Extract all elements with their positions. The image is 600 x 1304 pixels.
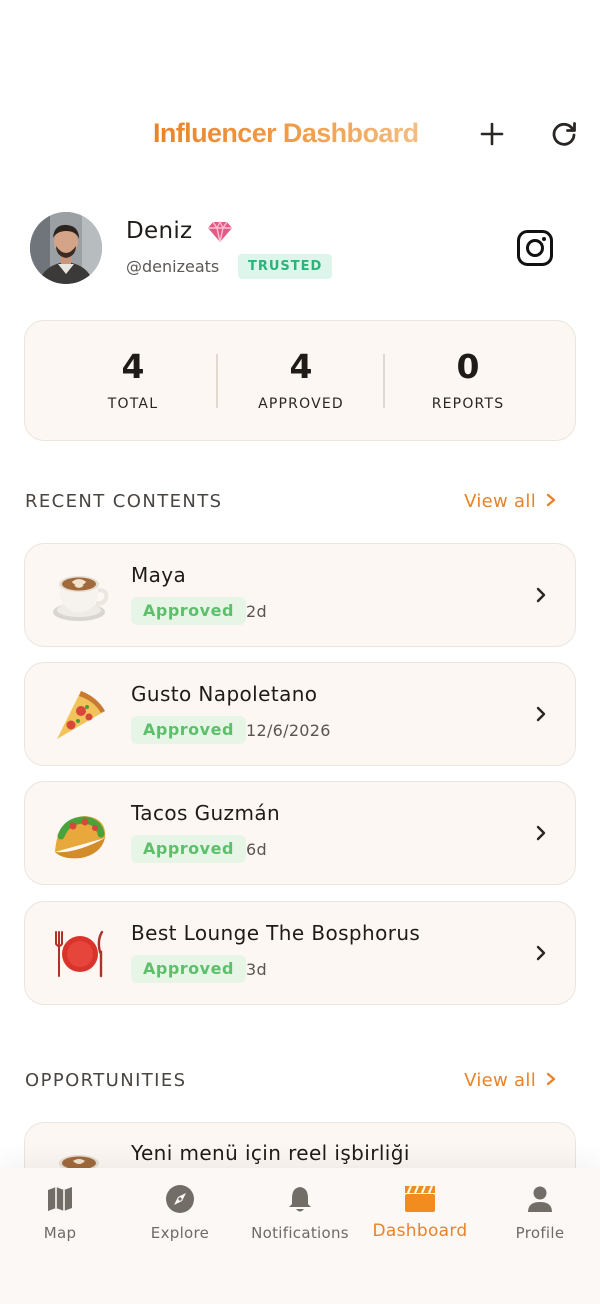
content-card[interactable]: Best Lounge The Bosphorus Approved 3d: [24, 901, 576, 1005]
nav-label: Explore: [150, 1224, 210, 1242]
gem-icon: [208, 220, 232, 243]
instagram-button[interactable]: [516, 229, 554, 267]
chevron-right-icon: [536, 587, 546, 603]
coffee-icon: [53, 576, 109, 621]
taco-icon: [55, 816, 106, 859]
map-icon: [48, 1187, 72, 1211]
card-meta: 12/6/2026: [246, 721, 331, 740]
nav-profile[interactable]: Profile: [480, 1168, 600, 1268]
stat-value: 4: [121, 347, 145, 386]
nav-explore[interactable]: Explore: [120, 1168, 240, 1268]
avatar-image: [30, 212, 102, 284]
status-badge: Approved: [131, 835, 246, 863]
chevron-right-icon: [536, 825, 546, 841]
clapperboard-icon: [405, 1185, 435, 1212]
stat-value: 4: [289, 347, 313, 386]
nav-label: Dashboard: [372, 1221, 468, 1241]
card-title: Tacos Guzmán: [131, 801, 281, 825]
person-icon: [528, 1186, 552, 1212]
compass-icon: [166, 1185, 194, 1213]
stat-reports: 0 REPORTS: [384, 321, 552, 442]
card-title: Maya: [131, 563, 187, 587]
stat-label: TOTAL: [107, 396, 159, 412]
stats-card: 4 TOTAL 4 APPROVED 0 REPORTS: [24, 320, 576, 441]
stat-label: APPROVED: [258, 396, 344, 412]
header: Influencer Dashboard: [0, 110, 600, 160]
card-title: Gusto Napoletano: [131, 682, 318, 706]
profile-name: Deniz: [126, 218, 193, 244]
status-badge: Approved: [131, 716, 246, 744]
chevron-right-icon: [536, 945, 546, 961]
nav-notifications[interactable]: Notifications: [240, 1168, 360, 1268]
recent-contents-title: RECENT CONTENTS: [25, 491, 223, 512]
status-badge: Approved: [131, 597, 246, 625]
content-card[interactable]: Tacos Guzmán Approved 6d: [24, 781, 576, 885]
card-meta: 2d: [246, 602, 267, 621]
card-meta: 6d: [246, 840, 267, 859]
card-title: Best Lounge The Bosphorus: [131, 921, 421, 945]
profile-section: Deniz @denizeats TRUSTED: [30, 212, 570, 284]
opportunities-title: OPPORTUNITIES: [25, 1070, 187, 1091]
chevron-right-icon: [546, 491, 556, 512]
nav-label: Map: [43, 1224, 77, 1242]
plus-icon: [480, 122, 504, 146]
chevron-right-icon: [536, 706, 546, 722]
card-title: Yeni menü için reel işbirliği: [131, 1141, 410, 1165]
card-meta: 3d: [246, 960, 267, 979]
nav-dashboard[interactable]: Dashboard: [360, 1168, 480, 1268]
view-all-label: View all: [464, 491, 536, 512]
stat-value: 0: [456, 347, 480, 386]
nav-label: Notifications: [251, 1224, 349, 1242]
chevron-right-icon: [546, 1070, 556, 1091]
page-title: Influencer Dashboard: [153, 118, 419, 148]
trusted-badge: TRUSTED: [238, 254, 333, 279]
view-all-label: View all: [464, 1070, 536, 1091]
content-card[interactable]: Maya Approved 2d: [24, 543, 576, 647]
bottom-nav: Map Explore Notifications Dashboard Prof…: [0, 1168, 600, 1304]
avatar[interactable]: [30, 212, 102, 284]
status-badge: Approved: [131, 955, 246, 983]
nav-label: Profile: [515, 1224, 565, 1242]
bell-icon: [289, 1187, 311, 1212]
instagram-icon: [517, 230, 553, 266]
stat-label: REPORTS: [431, 396, 505, 412]
recent-view-all-link[interactable]: View all: [464, 491, 556, 512]
stat-total: 4 TOTAL: [49, 321, 217, 442]
opportunities-view-all-link[interactable]: View all: [464, 1070, 556, 1091]
add-button[interactable]: [476, 118, 508, 150]
stat-approved: 4 APPROVED: [217, 321, 385, 442]
profile-handle: @denizeats: [126, 257, 220, 276]
nav-map[interactable]: Map: [0, 1168, 120, 1268]
refresh-button[interactable]: [548, 118, 580, 150]
refresh-icon: [552, 122, 576, 146]
content-card[interactable]: Gusto Napoletano Approved 12/6/2026: [24, 662, 576, 766]
pizza-icon: [57, 691, 105, 739]
plate-icon: [55, 930, 104, 978]
